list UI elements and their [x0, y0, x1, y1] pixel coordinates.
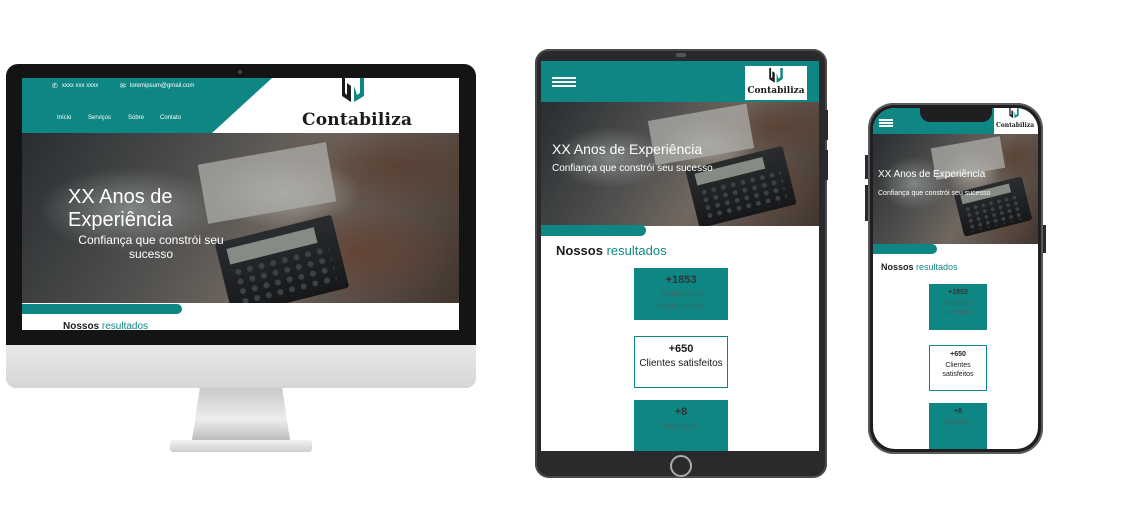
stat-card-equipes: +8 Equipes: [634, 400, 728, 451]
phone-side-button: [865, 185, 868, 221]
nav-link-contato[interactable]: Contato: [160, 115, 181, 121]
stat-number: +650: [950, 351, 966, 358]
tablet-side-button: [825, 110, 828, 140]
nav-link-inicio[interactable]: Início: [57, 115, 71, 121]
stat-card-trabalhos: +1853 Trabalhos concluídos: [634, 268, 728, 320]
brand-logo-text: Contabiliza: [747, 86, 805, 96]
section-accent-bar: [541, 225, 646, 236]
results-heading-text: Nossos: [63, 321, 100, 330]
brand-logo[interactable]: Contabiliza: [745, 66, 807, 100]
stat-number: +1853: [665, 274, 697, 286]
envelope-icon: ✉: [120, 83, 126, 90]
stat-number: +1853: [948, 289, 968, 296]
stat-label: Trabalhos concluídos: [657, 289, 705, 312]
stat-card-trabalhos: +1853 Trabalhos concluídos: [929, 284, 987, 330]
tablet-home-button[interactable]: [670, 455, 692, 477]
phone-side-button: [865, 155, 868, 179]
results-heading-highlight: resultados: [606, 243, 667, 258]
hero-subtitle: Confiança que constrói seu sucesso: [78, 233, 224, 261]
imac-chin: [6, 345, 476, 388]
stat-number: +8: [674, 406, 688, 418]
email-address: loremipsum@gmail.com: [129, 83, 195, 89]
stat-label: Clientes satisfeitos: [942, 362, 974, 378]
brand-logo[interactable]: Contabiliza: [994, 108, 1038, 134]
imac-stand-base: [170, 440, 312, 452]
stat-label: Equipes: [945, 419, 971, 426]
nav-link-sobre[interactable]: Sobre: [128, 115, 144, 121]
hamburger-menu-icon[interactable]: [879, 119, 893, 127]
results-heading: Nossos resultados: [556, 243, 667, 258]
hero-banner: [873, 134, 1038, 244]
results-heading-highlight: resultados: [101, 321, 149, 330]
stat-number: +8: [954, 408, 962, 415]
tablet-camera: [676, 53, 686, 57]
phone-contact[interactable]: ✆ xxxx xxx xxxx: [52, 82, 98, 90]
tablet-side-button: [825, 150, 828, 180]
phone-icon: ✆: [52, 83, 58, 90]
section-accent-bar: [22, 304, 182, 314]
stat-card-clientes: +650 Clientes satisfeitos: [634, 336, 728, 388]
brand-logo-icon: [1009, 108, 1019, 119]
results-heading-text: Nossos: [556, 243, 603, 258]
brand-logo-text[interactable]: Contabiliza: [302, 110, 412, 130]
results-heading: Nossos resultados: [881, 262, 958, 272]
hero-title: XX Anos de Experiência: [878, 169, 986, 180]
stat-label: Trabalhos concluídos: [941, 300, 975, 316]
hero-title: XX Anos de Experiência: [68, 186, 173, 231]
phone-notch: [920, 108, 992, 122]
phone-website-screen: Contabiliza XX Anos de Experiência Confi…: [873, 108, 1038, 449]
brand-logo-icon[interactable]: [339, 78, 367, 104]
imac-camera: [238, 70, 242, 74]
nav-link-servicos[interactable]: Serviços: [88, 115, 111, 121]
email-contact[interactable]: ✉ loremipsum@gmail.com: [120, 82, 194, 90]
hero-subtitle: Confiança que constrói seu sucesso: [878, 190, 991, 197]
stat-number: +650: [668, 343, 694, 355]
results-heading-text: Nossos: [881, 262, 914, 272]
desktop-website-screen: ✆ xxxx xxx xxxx ✉ loremipsum@gmail.com I…: [22, 78, 459, 330]
stat-label: Clientes satisfeitos: [639, 358, 723, 369]
hero-title: XX Anos de Experiência: [552, 141, 703, 157]
imac-stand-neck: [192, 388, 290, 440]
stat-label: Equipes: [662, 421, 700, 432]
hero-subtitle: Confiança que constrói seu sucesso: [552, 163, 713, 174]
section-accent-bar: [873, 244, 937, 254]
hamburger-menu-icon[interactable]: [552, 77, 576, 87]
results-heading-highlight: resultados: [916, 262, 958, 272]
stat-card-equipes: +8 Equipes: [929, 403, 987, 449]
brand-logo-icon: [769, 68, 783, 83]
tablet-website-screen: Contabiliza XX Anos de Experiência Confi…: [541, 61, 819, 451]
results-heading: Nossos resultados: [63, 321, 148, 330]
phone-number: xxxx xxx xxxx: [61, 83, 99, 89]
phone-side-button: [1043, 225, 1046, 253]
stat-card-clientes: +650 Clientes satisfeitos: [929, 345, 987, 391]
brand-logo-text: Contabiliza: [996, 122, 1035, 129]
